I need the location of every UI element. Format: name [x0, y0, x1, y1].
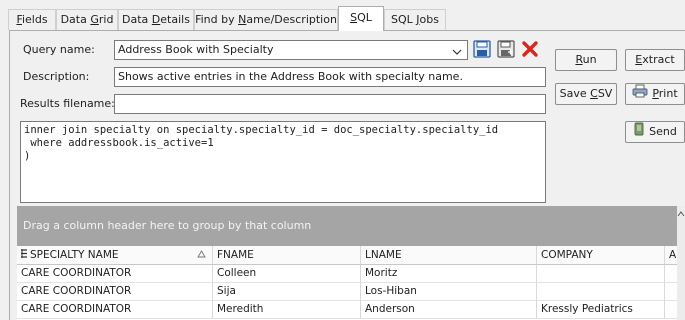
- table-cell[interactable]: CARE COORDINATOR: [17, 265, 213, 283]
- dropdown-chevron-icon[interactable]: [452, 46, 462, 55]
- tab-sql-post: QL: [357, 11, 372, 24]
- run-accel: R: [575, 53, 583, 66]
- group-by-hint: Drag a column header here to group by th…: [23, 219, 312, 232]
- tab-data-grid-pre: Data: [60, 13, 91, 26]
- save-csv-button[interactable]: Save CSV: [555, 83, 617, 105]
- table-cell[interactable]: Anderson: [361, 301, 537, 319]
- tab-data-details-pre: Data: [122, 13, 152, 26]
- table-cell[interactable]: Kressly Pediatrics: [537, 301, 665, 319]
- tab-data-grid-post: rid: [98, 13, 114, 26]
- query-name-label: Query name:: [23, 43, 95, 56]
- tab-fields-post: ields: [21, 13, 48, 26]
- extract-button[interactable]: Extract: [625, 49, 685, 71]
- delete-icon: [521, 40, 539, 61]
- table-cell[interactable]: CARE COORDINATOR: [17, 301, 213, 319]
- table-cell[interactable]: Los-Hiban: [361, 283, 537, 301]
- tab-sql-jobs-post: obs: [419, 13, 439, 26]
- print-label: rint: [658, 87, 678, 100]
- results-filename-label: Results filename:: [20, 97, 115, 110]
- save-as-query-button[interactable]: [496, 39, 516, 61]
- tab-data-grid[interactable]: Data Grid: [56, 9, 118, 30]
- tab-data-details-post: etails: [160, 13, 190, 26]
- column-header-specialty-name[interactable]: SPECIALTY NAME: [17, 246, 213, 265]
- sort-triangle-icon: [197, 246, 206, 264]
- table-cell[interactable]: CARE COORDINATOR: [17, 283, 213, 301]
- table-cell[interactable]: Meredith: [213, 301, 361, 319]
- tab-find-pre: Find by: [195, 13, 239, 26]
- save-csv-accel: C: [590, 87, 598, 100]
- tab-fields[interactable]: Fields: [8, 9, 56, 30]
- column-header-label: COMPANY: [541, 249, 593, 261]
- send-label: Send: [649, 125, 677, 138]
- tab-data-details[interactable]: Data Details: [118, 9, 194, 30]
- sql-editor[interactable]: inner join specialty on specialty.specia…: [20, 121, 546, 203]
- column-header-label: FNAME: [217, 249, 254, 261]
- save-as-icon: [497, 39, 515, 61]
- description-value: Shows active entries in the Address Book…: [118, 70, 463, 83]
- query-name-select[interactable]: Address Book with Specialty: [114, 40, 468, 60]
- printer-icon: [632, 84, 648, 105]
- tab-sql-jobs-pre: SQL: [391, 13, 417, 26]
- column-header-company[interactable]: COMPANY: [537, 246, 665, 265]
- table-cell[interactable]: [537, 265, 665, 283]
- query-name-value: Address Book with Specialty: [118, 43, 274, 56]
- description-label: Description:: [23, 70, 90, 83]
- extract-label: xtract: [642, 53, 675, 66]
- save-query-button[interactable]: [472, 39, 492, 61]
- run-button[interactable]: Run: [555, 49, 617, 71]
- send-button[interactable]: Send: [625, 121, 685, 143]
- column-chooser-icon[interactable]: [21, 246, 30, 264]
- print-button[interactable]: Print: [625, 83, 685, 105]
- results-grid: SPECIALTY NAME FNAME LNAME COMPANY A CAR…: [17, 246, 685, 320]
- grid-vertical-scrollbar[interactable]: [677, 206, 685, 320]
- tab-find-post: ame/Description: [246, 13, 337, 26]
- tab-data-grid-accel: G: [90, 13, 99, 26]
- table-cell[interactable]: Colleen: [213, 265, 361, 283]
- tab-find-by-name[interactable]: Find by Name/Description: [194, 9, 338, 30]
- table-cell[interactable]: Moritz: [361, 265, 537, 283]
- delete-query-button[interactable]: [520, 40, 540, 60]
- results-filename-input[interactable]: [114, 94, 546, 114]
- save-csv-pre: Save: [559, 87, 591, 100]
- tab-data-details-accel: D: [151, 13, 161, 26]
- column-header-lname[interactable]: LNAME: [361, 246, 537, 265]
- save-icon: [473, 39, 491, 61]
- column-header-label: LNAME: [365, 249, 402, 261]
- column-header-label: SPECIALTY NAME: [30, 249, 119, 261]
- column-header-fname[interactable]: FNAME: [213, 246, 361, 265]
- description-input[interactable]: Shows active entries in the Address Book…: [114, 67, 546, 87]
- group-by-panel[interactable]: Drag a column header here to group by th…: [17, 206, 685, 246]
- tab-sql-jobs[interactable]: SQL Jobs: [384, 9, 446, 30]
- run-label: un: [582, 53, 597, 66]
- save-csv-post: SV: [597, 87, 613, 100]
- table-cell[interactable]: [537, 283, 665, 301]
- column-header-label: A: [669, 249, 677, 261]
- table-cell[interactable]: Sija: [213, 283, 361, 301]
- tab-sql[interactable]: SQL: [338, 6, 384, 31]
- send-icon: [633, 122, 645, 143]
